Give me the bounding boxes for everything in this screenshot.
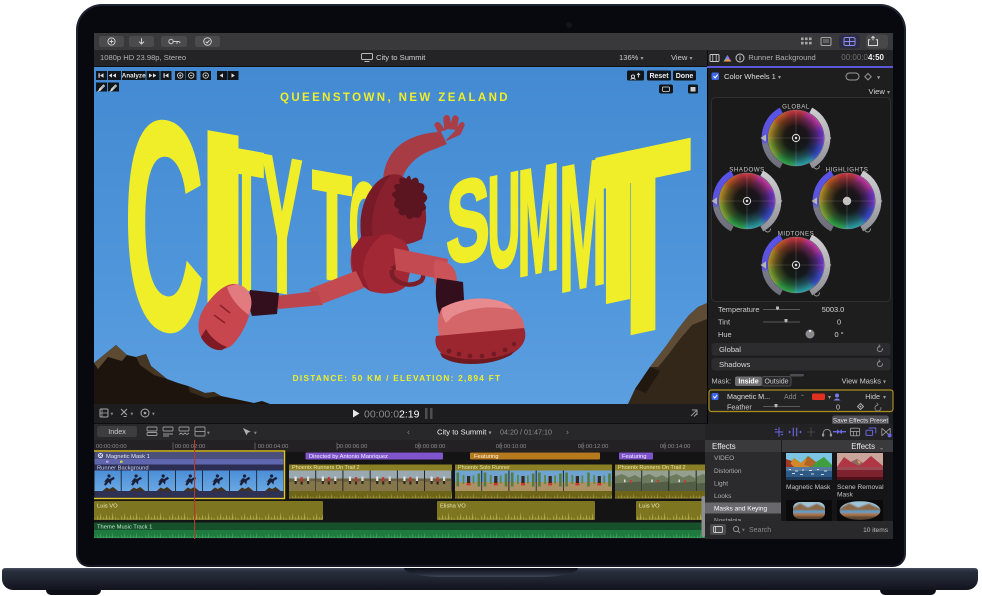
svg-text:Temperature: Temperature <box>718 305 760 314</box>
svg-text:QUEENSTOWN, NEW ZEALAND: QUEENSTOWN, NEW ZEALAND <box>280 92 510 104</box>
svg-text:Index: Index <box>108 427 126 436</box>
svg-text:0: 0 <box>837 317 841 326</box>
svg-text:00:00:00:00: 00:00:00:00 <box>96 444 127 450</box>
svg-text:Effects: Effects <box>712 442 736 451</box>
svg-text:›: › <box>566 427 569 437</box>
svg-text:View Masks ▾: View Masks ▾ <box>842 376 886 385</box>
svg-text:Mask: Mask <box>837 492 853 499</box>
svg-text:Save Effects Preset: Save Effects Preset <box>833 417 888 424</box>
svg-text:Magnetic M...: Magnetic M... <box>727 392 770 401</box>
svg-text:00:00:02:00: 00:00:02:00 <box>175 444 206 450</box>
svg-text:Add: Add <box>784 394 797 401</box>
svg-text:Masks and Keying: Masks and Keying <box>714 506 767 513</box>
svg-text:Analyze: Analyze <box>122 73 146 80</box>
svg-text:SHADOWS: SHADOWS <box>729 166 764 173</box>
svg-text:Mask:: Mask: <box>712 376 732 385</box>
svg-text:00:00:06:00: 00:00:06:00 <box>337 444 368 450</box>
svg-text:M: M <box>517 131 559 309</box>
svg-text:▾: ▾ <box>883 395 886 401</box>
svg-text:Hue: Hue <box>718 330 732 339</box>
svg-text:Distortion: Distortion <box>714 468 742 475</box>
svg-text:▾: ▾ <box>111 412 114 418</box>
svg-text:Phoenix Runners On Trail 2: Phoenix Runners On Trail 2 <box>618 465 686 471</box>
svg-text:Theme Music Track 1: Theme Music Track 1 <box>97 525 152 531</box>
svg-text:Featuring: Featuring <box>622 454 647 460</box>
svg-text:⌄: ⌄ <box>879 446 884 452</box>
svg-text:Effects: Effects <box>851 442 875 451</box>
svg-text:0 °: 0 ° <box>834 330 843 339</box>
svg-text:Global: Global <box>719 345 741 354</box>
svg-text:▾: ▾ <box>207 431 210 437</box>
svg-text:Magnetic Mask: Magnetic Mask <box>786 484 831 491</box>
svg-text:U: U <box>488 143 521 298</box>
svg-text:▾: ▾ <box>828 395 831 401</box>
svg-text:Directed by Antonio Manriquez: Directed by Antonio Manriquez <box>309 454 388 460</box>
svg-text:Reset: Reset <box>649 73 669 80</box>
svg-text:DISTANCE: 50 KM / ELEVATION: 2: DISTANCE: 50 KM / ELEVATION: 2,894 FT <box>293 374 502 383</box>
svg-text:04:20 / 01:47:10: 04:20 / 01:47:10 <box>500 428 552 437</box>
svg-text:MIDTONES: MIDTONES <box>778 230 815 237</box>
svg-text:Search: Search <box>749 527 771 534</box>
svg-text:Phoenix Solo Runner: Phoenix Solo Runner <box>458 465 510 471</box>
svg-text:Color Wheels 1 ▾: Color Wheels 1 ▾ <box>724 72 781 81</box>
svg-text:▾: ▾ <box>152 412 155 418</box>
svg-text:Scene Removal: Scene Removal <box>837 484 884 491</box>
svg-text:C: C <box>124 67 204 399</box>
svg-text:▾: ▾ <box>131 412 134 418</box>
svg-text:▾: ▾ <box>254 431 257 437</box>
svg-text:Looks: Looks <box>714 493 732 500</box>
svg-text:Runner Background: Runner Background <box>97 465 149 471</box>
svg-text:Outside: Outside <box>764 378 788 385</box>
svg-text:Inside: Inside <box>738 378 758 385</box>
svg-text:00:00:02:19: 00:00:02:19 <box>364 409 420 421</box>
svg-text:Featuring: Featuring <box>474 454 499 460</box>
svg-text:00:00:10:00: 00:00:10:00 <box>496 444 527 450</box>
svg-text:Feather: Feather <box>727 402 752 411</box>
svg-text:0: 0 <box>836 402 840 411</box>
svg-text:▾: ▾ <box>877 74 881 81</box>
svg-text:5003.0: 5003.0 <box>822 305 845 314</box>
svg-text:Tint: Tint <box>718 317 730 326</box>
svg-text:HIGHLIGHTS: HIGHLIGHTS <box>826 166 869 173</box>
svg-text:Hide: Hide <box>865 392 880 401</box>
svg-text:‹: ‹ <box>407 427 410 437</box>
svg-text:Shadows: Shadows <box>719 360 750 369</box>
svg-text:View ▾: View ▾ <box>869 87 890 96</box>
svg-text:Phoenix Runners On Trail 2: Phoenix Runners On Trail 2 <box>292 465 360 471</box>
svg-text:00:00:04:00: 00:00:04:00 <box>258 444 289 450</box>
svg-text:City to Summit ▾: City to Summit ▾ <box>437 428 492 437</box>
svg-text:00:00:12:00: 00:00:12:00 <box>578 444 609 450</box>
svg-text:00:00:14:00: 00:00:14:00 <box>660 444 691 450</box>
svg-text:▾: ▾ <box>742 528 745 534</box>
svg-text:VIDEO: VIDEO <box>714 455 734 462</box>
svg-text:10 items: 10 items <box>863 527 889 534</box>
svg-text:GLOBAL: GLOBAL <box>782 103 810 110</box>
svg-text:⌃: ⌃ <box>800 394 805 401</box>
svg-text:Light: Light <box>714 481 728 488</box>
svg-text:Done: Done <box>676 73 694 80</box>
